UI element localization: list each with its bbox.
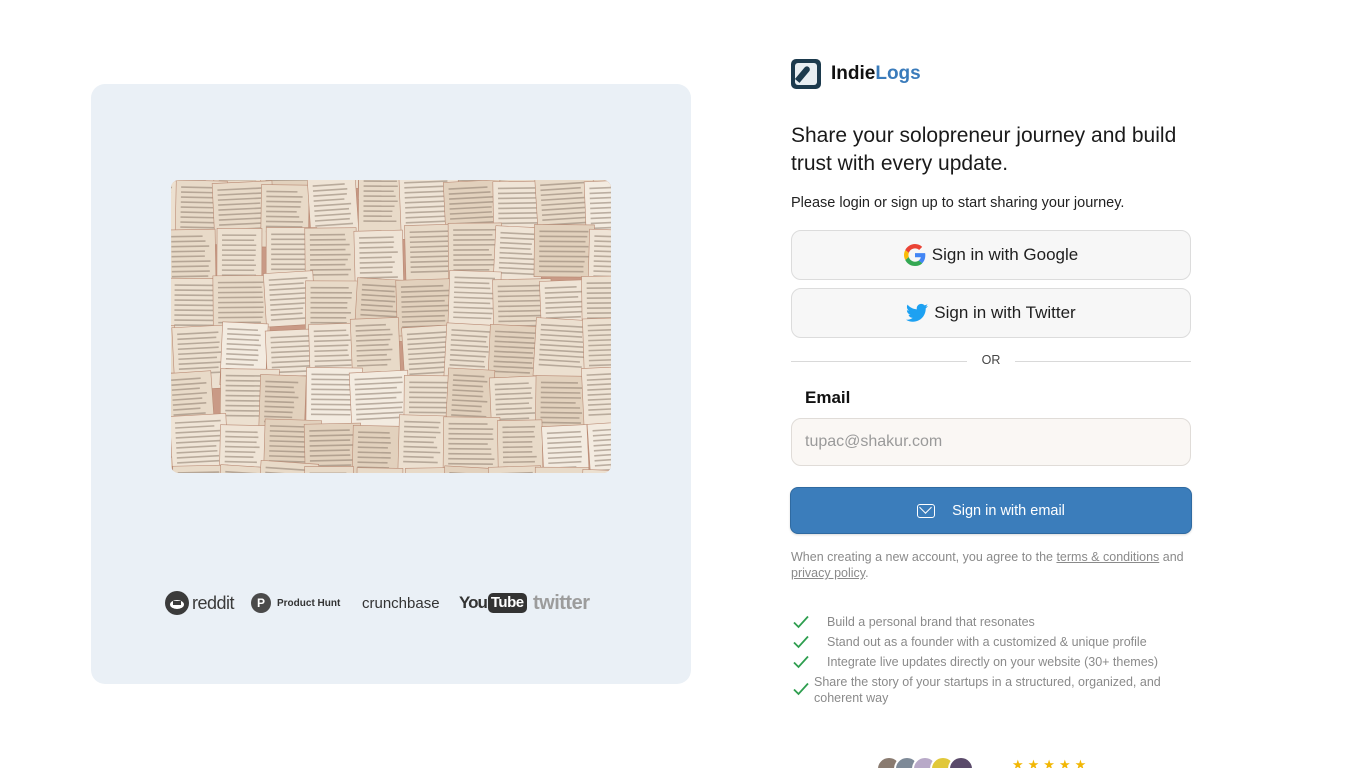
showcase-panel: reddit P Product Hunt crunchbase You Tub… xyxy=(91,84,691,684)
or-label: OR xyxy=(981,353,1001,367)
email-field[interactable] xyxy=(791,418,1191,466)
check-icon xyxy=(793,682,809,696)
privacy-link[interactable]: privacy policy xyxy=(791,566,865,580)
twitter-bird-icon xyxy=(906,303,929,322)
divider-line-right xyxy=(1015,361,1191,362)
page-subheading: Please login or sign up to start sharing… xyxy=(791,195,1125,211)
terms-notice: When creating a new account, you agree t… xyxy=(791,550,1184,580)
twitter-signin-button[interactable]: Sign in with Twitter xyxy=(791,288,1191,338)
social-proof: ★★★★★ xyxy=(876,756,1116,768)
feature-item: Stand out as a founder with a customized… xyxy=(791,634,1201,650)
reddit-logo: reddit xyxy=(165,588,235,618)
email-signin-label: Sign in with email xyxy=(952,502,1065,519)
open-books-photo xyxy=(171,180,611,473)
twitter-logo: twitter xyxy=(533,591,590,614)
product-hunt-icon: P xyxy=(251,593,271,613)
page-headline: Share your solopreneur journey and build… xyxy=(791,124,1177,175)
product-hunt-logo: P Product Hunt xyxy=(251,588,340,618)
feature-list: Build a personal brand that resonates St… xyxy=(791,614,1201,710)
check-icon xyxy=(793,635,809,649)
google-icon xyxy=(903,244,926,266)
feature-item: Share the story of your startups in a st… xyxy=(791,674,1201,706)
email-signin-button[interactable]: Sign in with email xyxy=(790,487,1192,534)
avatar xyxy=(948,756,974,768)
check-icon xyxy=(793,615,809,629)
youtube-logo: You Tube xyxy=(459,588,527,618)
envelope-icon xyxy=(917,503,936,518)
google-signin-label: Sign in with Google xyxy=(931,245,1079,264)
terms-link[interactable]: terms & conditions xyxy=(1056,550,1159,564)
twitter-signin-label: Sign in with Twitter xyxy=(934,303,1076,322)
check-icon xyxy=(793,655,809,669)
crunchbase-logo: crunchbase xyxy=(362,594,440,612)
feature-item: Build a personal brand that resonates xyxy=(791,614,1201,630)
press-logos: reddit P Product Hunt crunchbase You Tub… xyxy=(165,588,621,618)
quill-icon xyxy=(791,59,821,89)
star-rating: ★★★★★ xyxy=(1012,757,1091,768)
feature-item: Integrate live updates directly on your … xyxy=(791,654,1201,670)
brand-logo[interactable]: IndieLogs xyxy=(791,58,921,90)
hero-image xyxy=(171,180,611,473)
reddit-icon xyxy=(165,591,189,615)
email-label: Email xyxy=(805,388,851,407)
google-signin-button[interactable]: Sign in with Google xyxy=(791,230,1191,280)
or-divider: OR xyxy=(791,352,1191,370)
brand-name: IndieLogs xyxy=(831,63,921,84)
